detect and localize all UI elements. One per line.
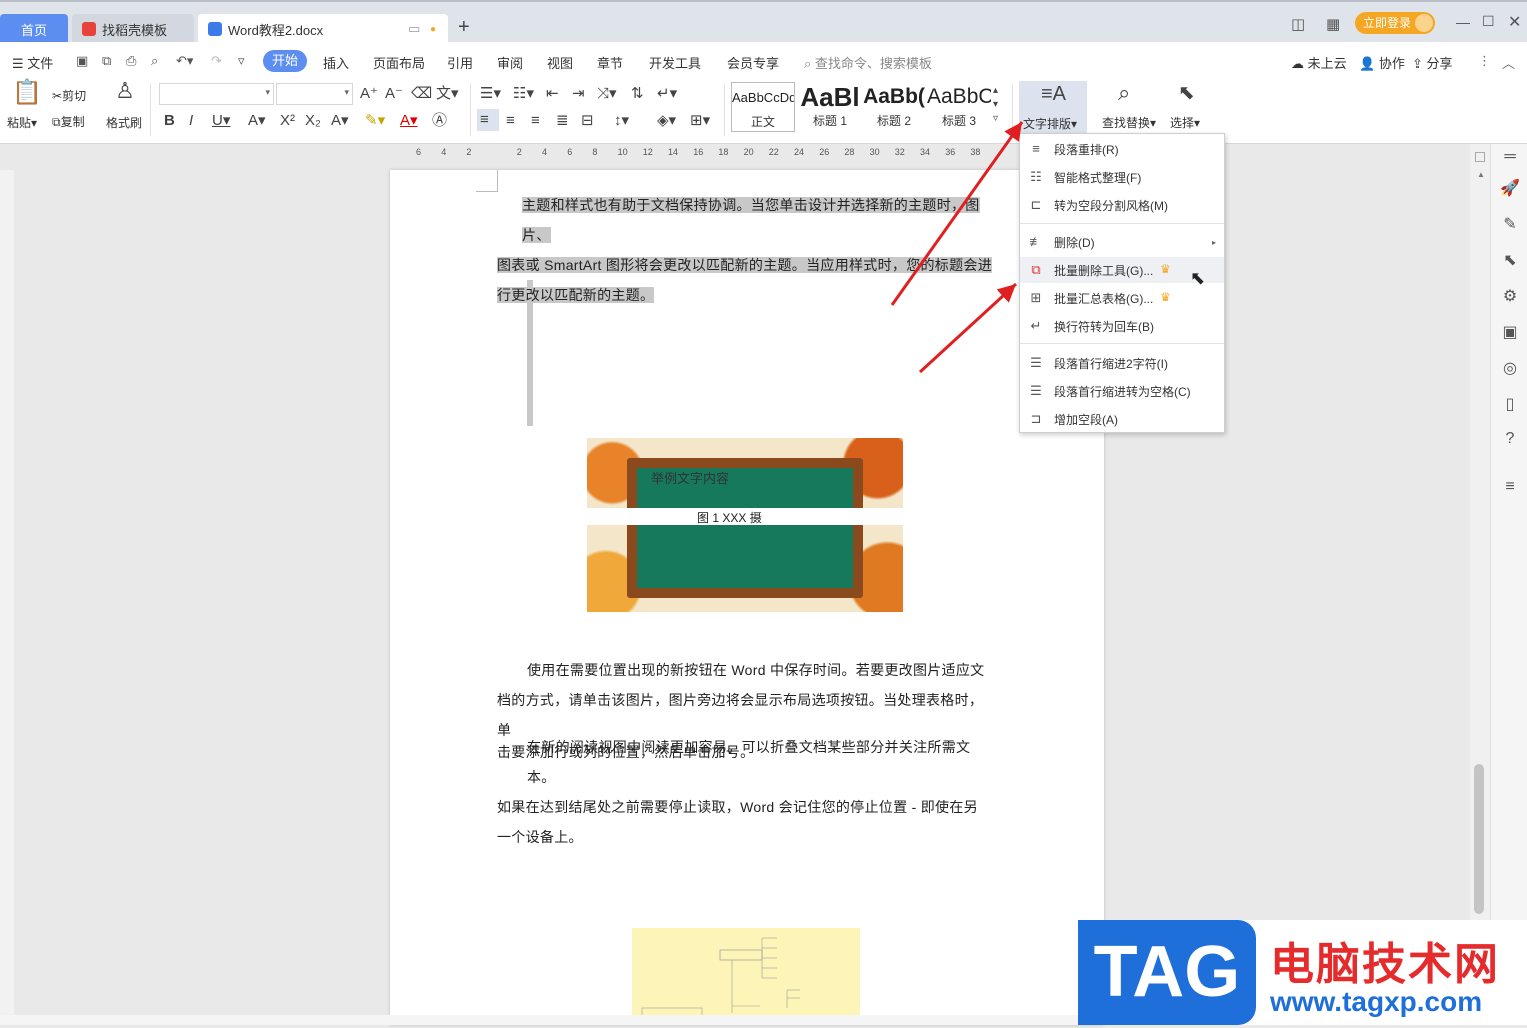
- right-sidebar: ═ 🚀 ✎ ⬉ ⚙ ▣ ◎ ▯ ? ≡: [1490, 144, 1527, 1025]
- location-icon[interactable]: ◎: [1500, 358, 1520, 378]
- scroll-up-icon[interactable]: ▲: [1477, 170, 1485, 179]
- arrow-to-batch-delete: [918, 282, 1018, 374]
- scroll-top-icon[interactable]: [1475, 152, 1485, 162]
- pen-icon[interactable]: ✎: [1500, 214, 1520, 234]
- watermark-url: www.tagxp.com: [1270, 986, 1483, 1017]
- watermark-site-name: 电脑技术网: [1270, 940, 1500, 989]
- vertical-scrollbar[interactable]: ▲: [1470, 144, 1490, 924]
- scroll-thumb[interactable]: [1474, 764, 1484, 914]
- arrow-to-text-layout: [890, 121, 1024, 306]
- image-icon[interactable]: ▣: [1500, 322, 1520, 342]
- book-icon[interactable]: ▯: [1500, 394, 1520, 414]
- pointer-icon[interactable]: ⬉: [1500, 250, 1520, 270]
- tag-logo: TAG: [1078, 920, 1256, 1025]
- annotation-arrows: [890, 121, 1024, 374]
- watermark-logo: TAG 电脑技术网 www.tagxp.com: [1078, 920, 1527, 1025]
- help-icon[interactable]: ?: [1500, 430, 1520, 450]
- format-clear-icon[interactable]: ≡: [1500, 478, 1520, 498]
- sidebar-collapse-icon[interactable]: ═: [1500, 148, 1520, 168]
- rocket-icon[interactable]: 🚀: [1500, 178, 1520, 198]
- sliders-icon[interactable]: ⚙: [1500, 286, 1520, 306]
